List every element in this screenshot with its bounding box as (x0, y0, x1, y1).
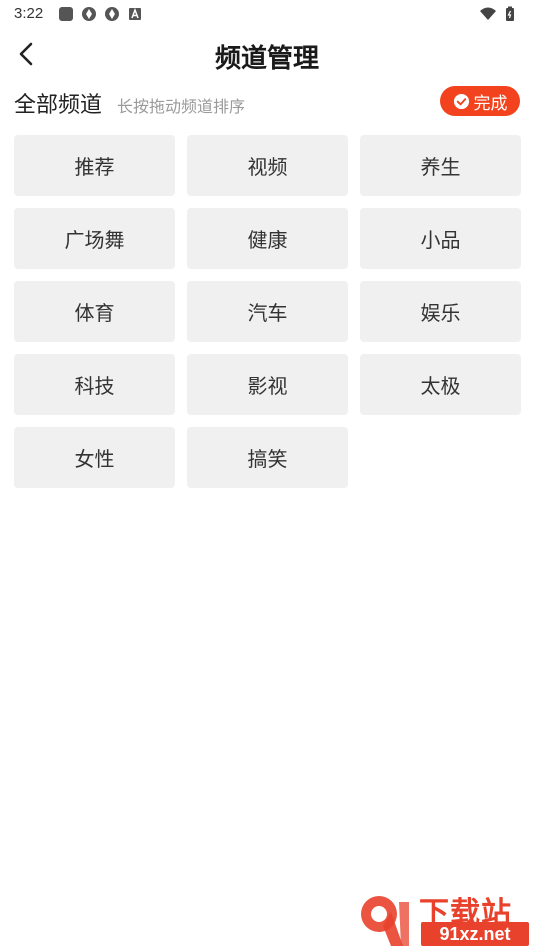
channel-chip[interactable]: 太极 (360, 354, 521, 415)
aperture-icon (105, 7, 119, 21)
channel-chip[interactable]: 女性 (14, 427, 175, 488)
channel-grid: 推荐 视频 养生 广场舞 健康 小品 体育 汽车 娱乐 科技 影视 太极 女性 … (14, 135, 521, 488)
channel-chip[interactable]: 科技 (14, 354, 175, 415)
watermark-logo-icon (361, 896, 409, 946)
check-circle-icon (453, 93, 469, 109)
channel-chip[interactable]: 视频 (187, 135, 348, 196)
channel-chip[interactable]: 养生 (360, 135, 521, 196)
font-a-icon (129, 7, 141, 20)
site-watermark: 下载站 91xz.net (357, 888, 532, 950)
watermark-url: 91xz.net (421, 922, 529, 946)
wifi-icon (480, 7, 496, 20)
all-channels-section: 全部频道 长按拖动频道排序 完成 (14, 84, 520, 118)
status-time: 3:22 (14, 5, 44, 22)
section-hint: 长按拖动频道排序 (117, 97, 246, 116)
channel-chip[interactable]: 搞笑 (187, 427, 348, 488)
channel-chip[interactable]: 推荐 (14, 135, 175, 196)
channel-chip[interactable]: 广场舞 (14, 208, 175, 269)
channel-chip[interactable]: 健康 (187, 208, 348, 269)
page-title: 频道管理 (214, 44, 319, 74)
channel-chip[interactable]: 影视 (187, 354, 348, 415)
header: 频道管理 (0, 28, 534, 80)
section-title: 全部频道 (14, 93, 103, 118)
done-label: 完成 (473, 93, 508, 114)
channel-chip[interactable]: 体育 (14, 281, 175, 342)
channel-chip[interactable]: 娱乐 (360, 281, 521, 342)
channel-chip[interactable]: 小品 (360, 208, 521, 269)
done-button[interactable]: 完成 (440, 86, 520, 116)
aperture-icon (82, 7, 96, 21)
status-bar: 3:22 (0, 0, 534, 28)
battery-icon (506, 6, 514, 21)
notification-icons (58, 6, 143, 22)
channel-chip[interactable]: 汽车 (187, 281, 348, 342)
system-icons (480, 6, 518, 22)
square-notification-icon (59, 7, 73, 21)
